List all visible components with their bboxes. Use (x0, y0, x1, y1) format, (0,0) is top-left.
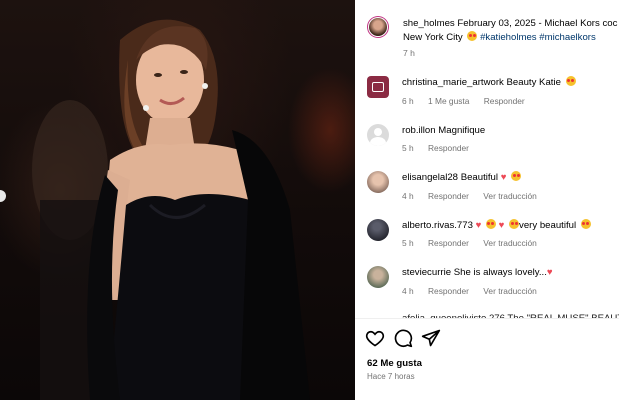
hashtag-katieholmes[interactable]: #katieholmes (480, 32, 537, 43)
comment-2-meta: 5 h Responder (402, 143, 481, 153)
red-heart-emoji-icon: ♥ (498, 220, 505, 231)
caption-time: 7 h (403, 48, 415, 58)
post-author[interactable]: she_holmes (403, 18, 455, 29)
reply-button[interactable]: Responder (428, 286, 469, 296)
post-age: Hace 7 horas (367, 372, 415, 381)
share-icon[interactable] (421, 328, 441, 348)
comment-1: christina_marie_artwork Beauty Katie (402, 76, 576, 90)
comment-icon[interactable] (393, 328, 413, 348)
comment-text: Beauty Katie (506, 77, 561, 88)
reply-button[interactable]: Responder (428, 191, 469, 201)
comment-text: She is always lovely... (453, 267, 547, 278)
comment-user[interactable]: alberto.rivas.773 (402, 220, 473, 231)
hashtag-michaelkors[interactable]: #michaelkors (539, 32, 596, 43)
comment-user[interactable]: elisangelal28 (402, 172, 458, 183)
comment-4: alberto.rivas.773 ♥ ♥ very beautiful (402, 219, 591, 233)
post-photo[interactable] (0, 0, 355, 400)
translate-button[interactable]: Ver traducción (483, 191, 537, 201)
caption-location: New York City (403, 32, 463, 43)
post-date: February 03, 2025 (457, 18, 536, 29)
heart-eyes-emoji-icon (485, 219, 496, 229)
heart-eyes-emoji-icon (565, 76, 576, 86)
default-user-icon (374, 128, 382, 136)
heart-eyes-emoji-icon (467, 31, 478, 41)
comment-avatar[interactable] (367, 124, 389, 146)
comment-avatar[interactable] (367, 219, 389, 241)
red-heart-emoji-icon: ♥ (500, 172, 507, 183)
heart-icon[interactable] (365, 328, 385, 348)
artwork-logo-icon (372, 82, 384, 92)
reply-button[interactable]: Responder (428, 143, 469, 153)
reply-button[interactable]: Responder (428, 238, 469, 248)
comment-time: 4 h (402, 286, 414, 296)
comment-avatar[interactable] (367, 171, 389, 193)
comment-1-meta: 6 h 1 Me gusta Responder (402, 96, 537, 106)
caption: she_holmes February 03, 2025 - Michael K… (403, 17, 617, 31)
red-heart-emoji-icon: ♥ (546, 267, 553, 278)
comment-3-meta: 4 h Responder Ver traducción (402, 191, 549, 201)
reply-button[interactable]: Responder (484, 96, 525, 106)
comment-user[interactable]: christina_marie_artwork (402, 77, 504, 88)
comment-time: 5 h (402, 238, 414, 248)
photo-illustration (32, 19, 310, 400)
heart-eyes-emoji-icon (511, 171, 522, 181)
like-count[interactable]: 62 Me gusta (367, 358, 422, 369)
author-photo-icon (369, 18, 387, 36)
heart-eyes-emoji-icon (509, 219, 520, 229)
translate-button[interactable]: Ver traducción (483, 238, 537, 248)
blowing-kiss-emoji-icon (580, 219, 591, 229)
comment-text: Beautiful (460, 172, 499, 183)
comment-2: rob.illon Magnifique (402, 124, 485, 138)
comment-avatar[interactable] (367, 76, 389, 98)
comment-5: steviecurrie She is always lovely...♥ (402, 266, 553, 280)
comments-panel: she_holmes February 03, 2025 - Michael K… (355, 0, 619, 400)
comment-3: elisangelal28 Beautiful ♥ (402, 171, 522, 185)
actions-divider (355, 318, 619, 319)
comment-time: 6 h (402, 96, 414, 106)
caption-text: - Michael Kors coc (538, 18, 618, 29)
caption-line2: New York City #katieholmes #michaelkors (403, 31, 596, 45)
comment-avatar[interactable] (367, 266, 389, 288)
author-avatar[interactable] (367, 16, 389, 38)
comment-4-meta: 5 h Responder Ver traducción (402, 238, 549, 248)
comment-text: Magnifique (438, 125, 486, 136)
red-heart-emoji-icon: ♥ (475, 220, 482, 231)
comment-likes[interactable]: 1 Me gusta (428, 96, 469, 106)
comment-time: 4 h (402, 191, 414, 201)
comment-user[interactable]: rob.illon (402, 125, 436, 136)
comment-text: very beautiful (519, 220, 577, 231)
comment-user[interactable]: steviecurrie (402, 267, 451, 278)
comment-5-meta: 4 h Responder Ver traducción (402, 286, 549, 296)
comment-time: 5 h (402, 143, 414, 153)
translate-button[interactable]: Ver traducción (483, 286, 537, 296)
